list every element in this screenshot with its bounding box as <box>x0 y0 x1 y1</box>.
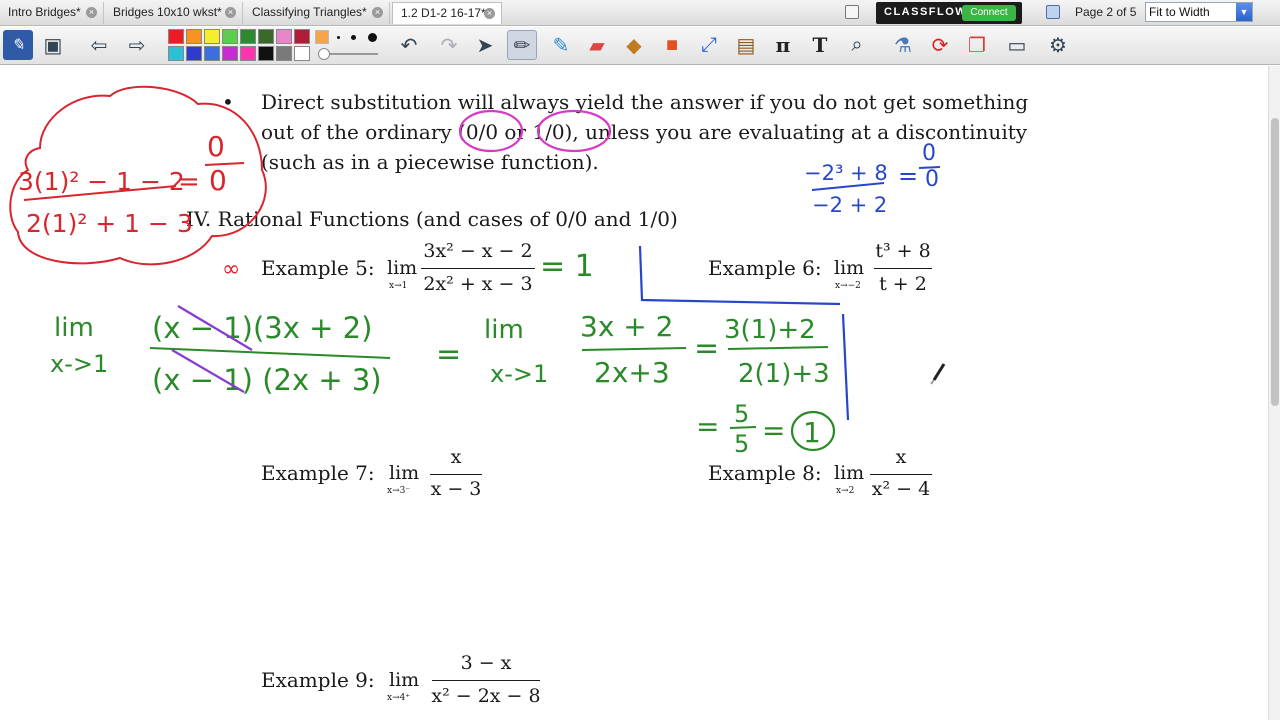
magenta-circle-0-over-0 <box>458 109 524 153</box>
green-equals-1: = <box>436 337 461 372</box>
blue-denominator: −2 + 2 <box>812 193 887 217</box>
green-final-result: 1 <box>803 416 821 449</box>
green-numerator-substituted: 3(1)+2 <box>724 315 816 345</box>
green-lim-2: lim <box>484 315 524 345</box>
green-fraction-bar-2 <box>581 347 687 351</box>
green-final-denominator: 5 <box>734 430 749 458</box>
blue-equals: = <box>898 162 918 190</box>
blue-numerator: −2³ + 8 <box>804 161 888 185</box>
red-infinity: ∞ <box>222 257 240 282</box>
classflow-window: Intro Bridges* × Bridges 10x10 wkst* × C… <box>0 0 1280 720</box>
ink-layer: 3(1)² − 1 − 2 2(1)² + 1 − 3 = 0 0 ∞ −2³ … <box>9 85 946 458</box>
green-numerator-simplified: 3x + 2 <box>580 310 673 343</box>
blue-zero-top: 0 <box>922 141 936 166</box>
red-cloud-zero-top: 0 <box>207 130 225 163</box>
green-denominator-factored: (x − 1) (2x + 3) <box>152 363 382 397</box>
green-final-equals-2: = <box>762 414 785 447</box>
red-cloud-numerator: 3(1)² − 1 − 2 <box>18 167 185 196</box>
red-cloud-equals: = <box>178 167 200 197</box>
green-denominator-substituted: 2(1)+3 <box>738 359 830 389</box>
green-example-5-result: = 1 <box>540 249 594 284</box>
magenta-circle-1-over-0 <box>536 109 612 153</box>
green-numerator-factored: (x − 1)(3x + 2) <box>152 311 372 345</box>
blue-divider-lower <box>841 313 850 421</box>
green-final-fraction-bar <box>729 426 757 429</box>
green-fraction-bar-1 <box>149 347 391 359</box>
green-final-equals: = <box>696 410 719 443</box>
scrollbar-thumb[interactable] <box>1271 118 1279 406</box>
red-cloud-denominator: 2(1)² + 1 − 3 <box>26 209 193 238</box>
green-final-numerator: 5 <box>734 400 749 428</box>
green-equals-2: = <box>694 331 719 366</box>
green-denominator-simplified: 2x+3 <box>594 356 670 389</box>
green-fraction-bar-3 <box>727 346 829 350</box>
green-lim-subscript-2: x->1 <box>490 360 548 388</box>
green-lim-subscript: x->1 <box>50 350 108 378</box>
red-cloud-zero-bottom: 0 <box>209 164 227 197</box>
blue-zero-bottom: 0 <box>925 167 939 192</box>
vertical-scrollbar[interactable] <box>1268 66 1280 720</box>
blue-divider-upper <box>638 245 841 306</box>
green-lim: lim <box>54 313 94 343</box>
pen-cursor-icon <box>930 363 946 385</box>
